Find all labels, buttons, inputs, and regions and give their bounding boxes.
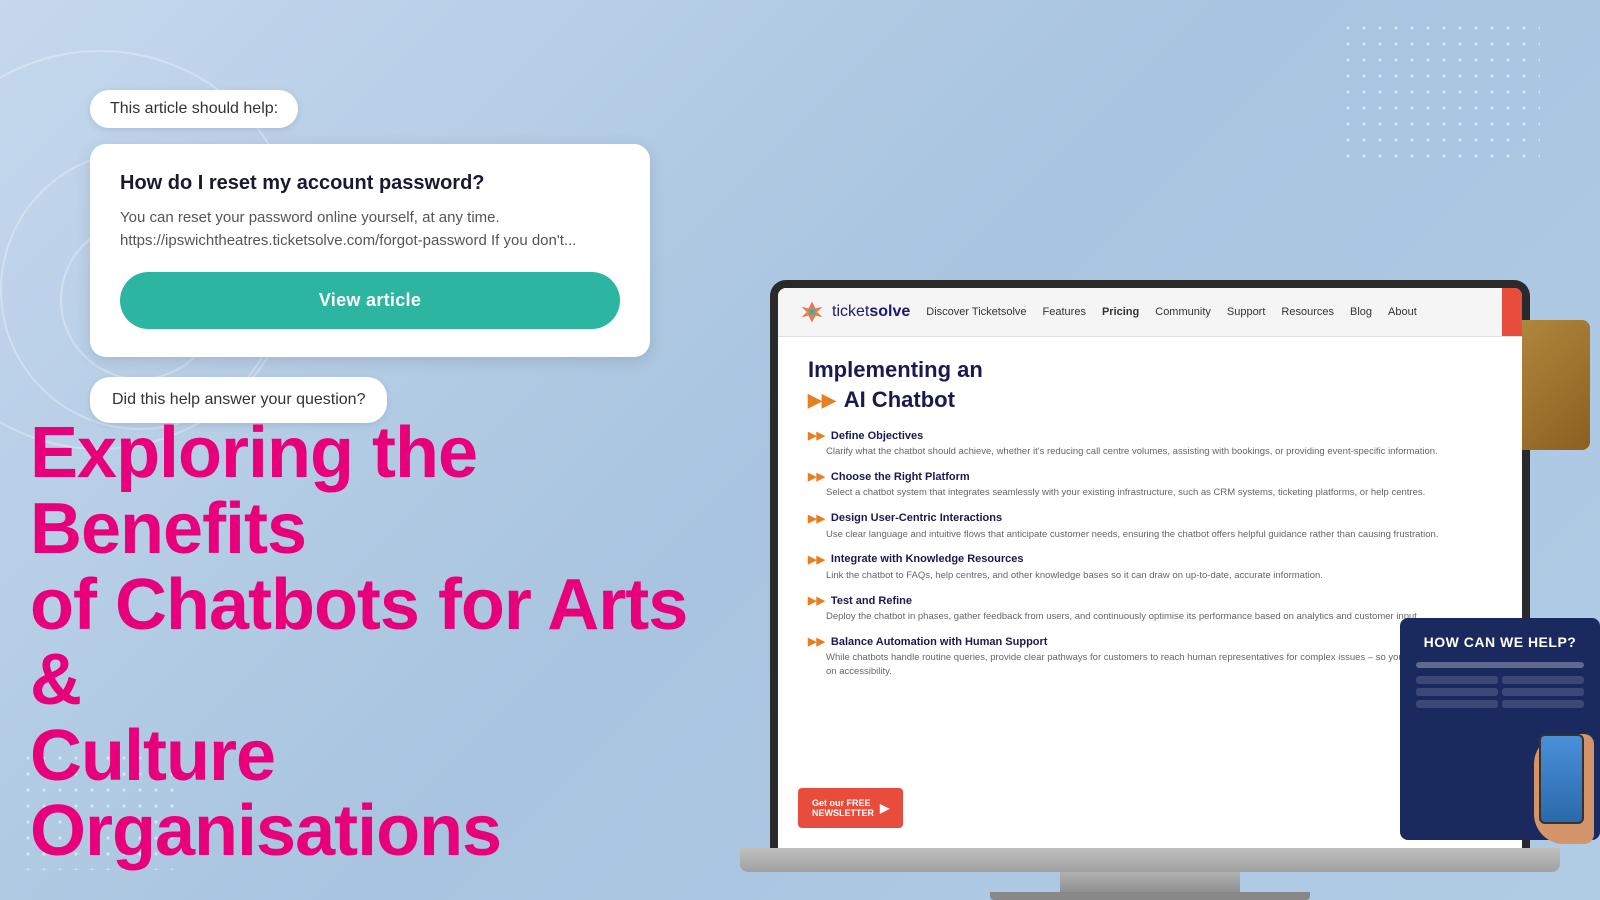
phone-screen [1541, 736, 1582, 822]
right-panel: ticketsolve Discover Ticketsolve Feature… [790, 40, 1540, 900]
chat-question: How do I reset my account password? [120, 172, 620, 195]
step-6-title: Balance Automation with Human Support [831, 636, 1048, 648]
step-arrow-2: ▶▶ [808, 470, 825, 483]
steps-list: ▶▶ Define Objectives Clarify what the ch… [808, 429, 1492, 678]
step-3-desc: Use clear language and intuitive flows t… [808, 528, 1492, 541]
article-label: This article should help: [90, 90, 298, 128]
nav-features[interactable]: Features [1043, 306, 1086, 318]
step-arrow-6: ▶▶ [808, 635, 825, 648]
nav-blog[interactable]: Blog [1350, 306, 1372, 318]
step-5-title: Test and Refine [831, 595, 912, 607]
laptop-base [740, 848, 1560, 872]
ticketsolve-logo: ticketsolve [798, 298, 910, 326]
step-arrow-4: ▶▶ [808, 553, 825, 566]
help-search-bar[interactable] [1416, 662, 1584, 668]
nav-discover[interactable]: Discover Ticketsolve [926, 306, 1026, 318]
step-2: ▶▶ Choose the Right Platform Select a ch… [808, 470, 1492, 499]
view-article-button[interactable]: View article [120, 272, 620, 329]
chat-answer: You can reset your password online yours… [120, 207, 620, 252]
step-arrow-5: ▶▶ [808, 594, 825, 607]
step-6: ▶▶ Balance Automation with Human Support… [808, 635, 1492, 678]
left-panel: This article should help: How do I reset… [60, 40, 790, 423]
step-3: ▶▶ Design User-Centric Interactions Use … [808, 512, 1492, 541]
site-heading-line2: ▶▶ AI Chatbot [808, 387, 1492, 413]
help-btn-1[interactable] [1416, 676, 1498, 684]
chat-area: This article should help: How do I reset… [90, 90, 790, 423]
step-arrow-3: ▶▶ [808, 512, 825, 525]
orange-arrows: ▶▶ [808, 390, 836, 411]
headline-line1: Exploring the Benefits [30, 413, 477, 569]
help-btn-5[interactable] [1416, 700, 1498, 708]
step-3-title: Design User-Centric Interactions [831, 512, 1002, 524]
step-4-desc: Link the chatbot to FAQs, help centres, … [808, 569, 1492, 582]
step-4: ▶▶ Integrate with Knowledge Resources Li… [808, 553, 1492, 582]
step-1: ▶▶ Define Objectives Clarify what the ch… [808, 429, 1492, 458]
step-2-title: Choose the Right Platform [831, 471, 970, 483]
website-main-column: Implementing an ▶▶ AI Chatbot ▶▶ [808, 357, 1492, 690]
step-arrow-1: ▶▶ [808, 429, 825, 442]
chat-card: How do I reset my account password? You … [90, 144, 650, 357]
laptop-stand [1060, 872, 1240, 892]
help-btn-4[interactable] [1502, 688, 1584, 696]
help-buttons-grid [1416, 676, 1584, 708]
phone-shape [1539, 734, 1584, 824]
help-btn-3[interactable] [1416, 688, 1498, 696]
step-1-desc: Clarify what the chatbot should achieve,… [808, 445, 1492, 458]
newsletter-button[interactable]: Get our FREENEWSLETTER ▶ [798, 788, 903, 828]
nav-community[interactable]: Community [1155, 306, 1211, 318]
headline-text: Exploring the Benefits of Chatbots for A… [30, 416, 730, 870]
nav-accent-bar [1502, 288, 1522, 336]
headline-line2: of Chatbots for Arts & [30, 565, 687, 721]
nav-about[interactable]: About [1388, 306, 1417, 318]
step-5: ▶▶ Test and Refine Deploy the chatbot in… [808, 594, 1492, 623]
step-6-desc: While chatbots handle routine queries, p… [808, 651, 1492, 678]
newsletter-label: Get our FREENEWSLETTER [812, 798, 874, 818]
laptop-mockup: ticketsolve Discover Ticketsolve Feature… [740, 280, 1560, 900]
nav-resources[interactable]: Resources [1281, 306, 1334, 318]
help-btn-6[interactable] [1502, 700, 1584, 708]
website-nav: ticketsolve Discover Ticketsolve Feature… [778, 288, 1522, 337]
help-panel-title: HOW CAN WE HELP? [1416, 634, 1584, 650]
nav-pricing[interactable]: Pricing [1102, 306, 1139, 318]
headline-line3: Culture Organisations [30, 716, 501, 872]
step-4-title: Integrate with Knowledge Resources [831, 553, 1024, 565]
help-btn-2[interactable] [1502, 676, 1584, 684]
laptop-foot [990, 892, 1310, 900]
site-heading-line1: Implementing an [808, 357, 1492, 383]
nav-support[interactable]: Support [1227, 306, 1266, 318]
step-2-desc: Select a chatbot system that integrates … [808, 486, 1492, 499]
step-1-title: Define Objectives [831, 430, 923, 442]
step-5-desc: Deploy the chatbot in phases, gather fee… [808, 610, 1492, 623]
newsletter-arrow-icon: ▶ [880, 801, 889, 815]
headline-section: Exploring the Benefits of Chatbots for A… [30, 416, 730, 870]
help-panel-card: HOW CAN WE HELP? [1400, 618, 1600, 840]
